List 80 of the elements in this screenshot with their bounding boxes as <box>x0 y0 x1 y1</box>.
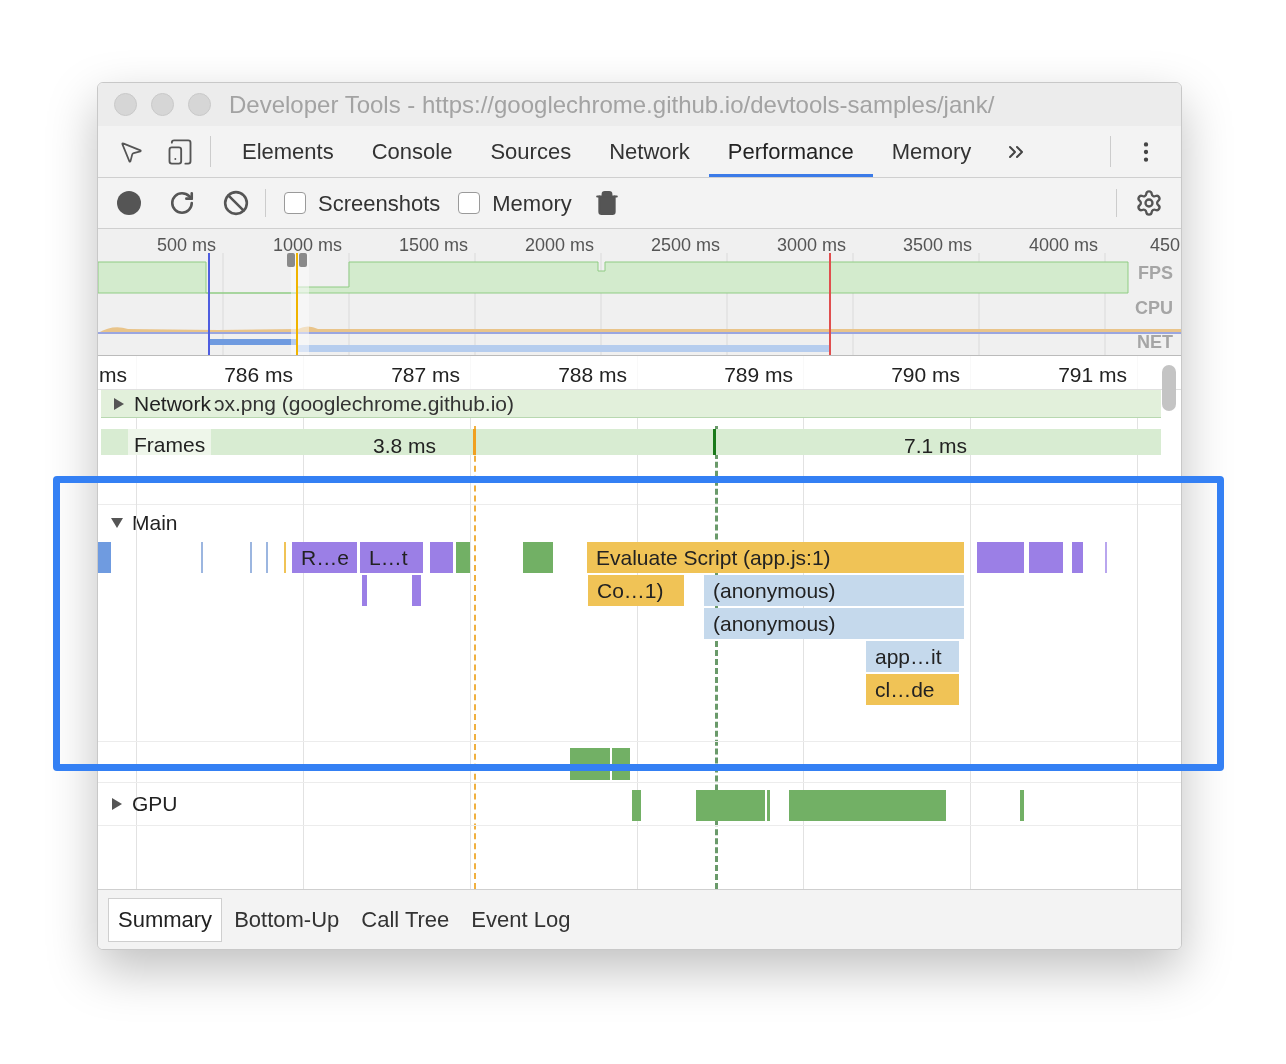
panel-tab[interactable]: Elements <box>223 126 353 177</box>
record-button[interactable] <box>117 191 141 215</box>
minimize-window-button[interactable] <box>151 93 174 116</box>
flame-event[interactable] <box>977 542 1024 573</box>
ruler-tick-label: 787 ms <box>391 362 460 388</box>
overview-lane-label: CPU <box>1135 297 1173 320</box>
panel-tab[interactable]: Sources <box>471 126 591 177</box>
gpu-event[interactable] <box>789 790 946 821</box>
ruler-tick-label: 786 ms <box>224 362 293 388</box>
flame-event[interactable] <box>1029 542 1063 573</box>
overview-tick-label: 4000 ms <box>1028 234 1098 257</box>
clear-icon[interactable] <box>223 190 249 216</box>
expand-icon[interactable] <box>111 798 123 810</box>
checkbox[interactable] <box>458 192 481 214</box>
overview-tick-label: 500 ms <box>156 234 216 257</box>
collapse-icon[interactable] <box>111 516 123 529</box>
track-label: Main <box>132 509 178 536</box>
flame-event[interactable]: (anonymous) <box>704 608 964 639</box>
checkbox-label: Memory <box>492 189 572 218</box>
network-request-label: ɔx.png (googlechrome.github.io) <box>214 390 515 417</box>
frame-marker <box>713 429 716 455</box>
ruler-tick-label: 789 ms <box>724 362 793 388</box>
flame-event[interactable] <box>523 542 553 573</box>
window-title: Developer Tools - https://googlechrome.github.io/devtools-samples/jank/ <box>229 89 995 120</box>
zoom-window-button[interactable] <box>188 93 211 116</box>
flame-event[interactable]: cl…de <box>866 674 959 705</box>
gpu-event[interactable] <box>696 790 765 821</box>
selection-window[interactable] <box>291 253 309 355</box>
gpu-event[interactable] <box>1020 790 1024 821</box>
flame-event[interactable]: Evaluate Script (app.js:1) <box>587 542 964 573</box>
overview-tick-label: 450 <box>1150 234 1181 257</box>
details-tab[interactable]: Event Log <box>461 897 581 942</box>
overview-tick-label: 1500 ms <box>398 234 468 257</box>
overview-tick-label: 2000 ms <box>524 234 594 257</box>
close-window-button[interactable] <box>114 93 137 116</box>
overview-lane-label: NET <box>1137 331 1173 353</box>
panel-tab[interactable]: Network <box>590 126 709 177</box>
ruler-tick-label: 791 ms <box>1058 362 1127 388</box>
overview-tick-label: 3500 ms <box>902 234 972 257</box>
flame-event[interactable] <box>362 575 367 606</box>
frame-duration: 7.1 ms <box>904 433 968 459</box>
flame-event[interactable]: Co…1) <box>588 575 684 606</box>
flame-event[interactable] <box>430 542 453 573</box>
flame-event[interactable] <box>98 542 111 573</box>
flame-event[interactable]: app…it <box>866 641 959 672</box>
trash-icon[interactable] <box>593 190 620 216</box>
overview-lane-label: FPS <box>1138 262 1173 285</box>
flame-event[interactable] <box>412 575 421 606</box>
track-label: Network <box>134 390 212 417</box>
expand-icon[interactable] <box>113 397 125 410</box>
flame-event[interactable]: L…t <box>360 542 423 573</box>
track-label: GPU <box>132 791 178 818</box>
gpu-event[interactable] <box>767 790 770 821</box>
flame-event[interactable]: (anonymous) <box>704 575 964 606</box>
flame-event[interactable]: R…e <box>292 542 357 573</box>
scrollbar-thumb[interactable] <box>1162 365 1176 411</box>
reload-icon[interactable] <box>169 190 195 216</box>
selection-handle[interactable] <box>287 253 295 267</box>
checkbox[interactable] <box>284 192 306 214</box>
flame-event[interactable] <box>456 542 470 573</box>
ruler-tick-label: 788 ms <box>558 362 627 388</box>
flame-event[interactable] <box>1072 542 1083 573</box>
gpu-event[interactable] <box>632 790 641 821</box>
overview-tick-label: 2500 ms <box>650 234 720 257</box>
panel-tab[interactable]: Memory <box>872 126 991 177</box>
frame-marker <box>473 429 476 455</box>
panel-tab[interactable]: Console <box>352 126 472 177</box>
details-tab[interactable]: Call Tree <box>351 897 460 942</box>
device-icon[interactable] <box>166 137 194 166</box>
settings-icon[interactable] <box>1135 189 1163 217</box>
frame-duration: 3.8 ms <box>373 433 437 459</box>
overview-tick-label: 3000 ms <box>776 234 846 257</box>
overview-tick-label: 1000 ms <box>272 234 342 257</box>
track-label: Frames <box>128 429 212 455</box>
ruler-tick-label: 790 ms <box>891 362 960 388</box>
details-tab[interactable]: Summary <box>108 897 223 942</box>
details-tab[interactable]: Bottom-Up <box>224 897 350 942</box>
checkbox-label: Screenshots <box>318 189 441 218</box>
ruler-tick-label: ms <box>99 362 127 388</box>
selection-handle[interactable] <box>299 253 307 267</box>
